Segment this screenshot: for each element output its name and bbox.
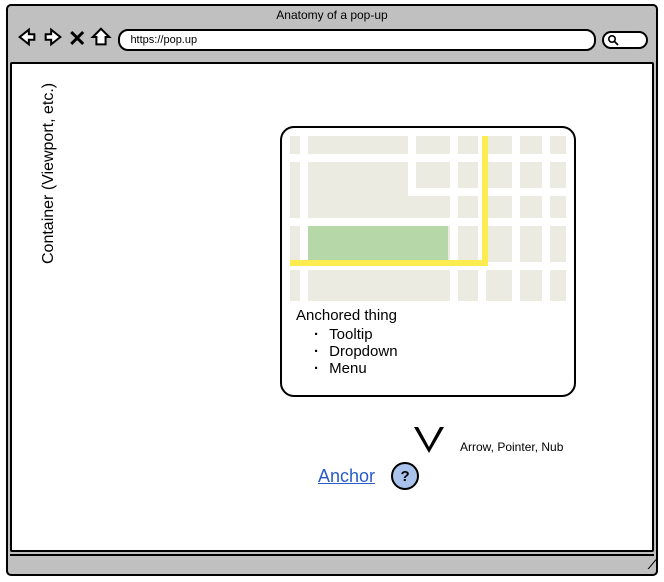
stop-icon[interactable]: ✕	[68, 26, 86, 52]
popup: Anchored thing Tooltip Dropdown Menu	[280, 126, 576, 397]
list-item: Dropdown	[314, 343, 562, 360]
help-button[interactable]: ?	[391, 462, 419, 490]
resize-grip-icon[interactable]: ⁄⁄	[651, 556, 652, 572]
search-icon	[607, 34, 619, 46]
anchor-row: Anchor ?	[318, 462, 419, 490]
popup-heading: Anchored thing	[296, 307, 562, 324]
home-icon[interactable]	[90, 26, 112, 53]
nav-controls: ✕	[16, 26, 112, 53]
popup-body: Anchored thing Tooltip Dropdown Menu	[290, 301, 566, 377]
status-bar: ⁄⁄	[10, 554, 654, 572]
help-icon: ?	[400, 468, 409, 485]
url-input[interactable]: https://pop.up	[118, 29, 596, 51]
viewport: Container (Viewport, etc.) Anchored thin…	[10, 62, 654, 552]
popup-arrow	[414, 427, 444, 453]
map-image	[290, 136, 566, 301]
window-title: Anatomy of a pop-up	[8, 8, 656, 22]
list-item: Tooltip	[314, 326, 562, 343]
popup-list: Tooltip Dropdown Menu	[296, 326, 562, 377]
url-text: https://pop.up	[130, 34, 197, 46]
list-item: Menu	[314, 360, 562, 377]
browser-toolbar: Anatomy of a pop-up ✕ https://pop.up	[8, 6, 656, 60]
forward-icon[interactable]	[42, 26, 64, 53]
back-icon[interactable]	[16, 26, 38, 53]
container-label: Container (Viewport, etc.)	[40, 83, 58, 264]
anchor-link[interactable]: Anchor	[318, 466, 375, 487]
browser-window: Anatomy of a pop-up ✕ https://pop.up Con…	[6, 4, 658, 576]
search-input[interactable]	[602, 31, 648, 49]
arrow-label: Arrow, Pointer, Nub	[460, 440, 563, 454]
